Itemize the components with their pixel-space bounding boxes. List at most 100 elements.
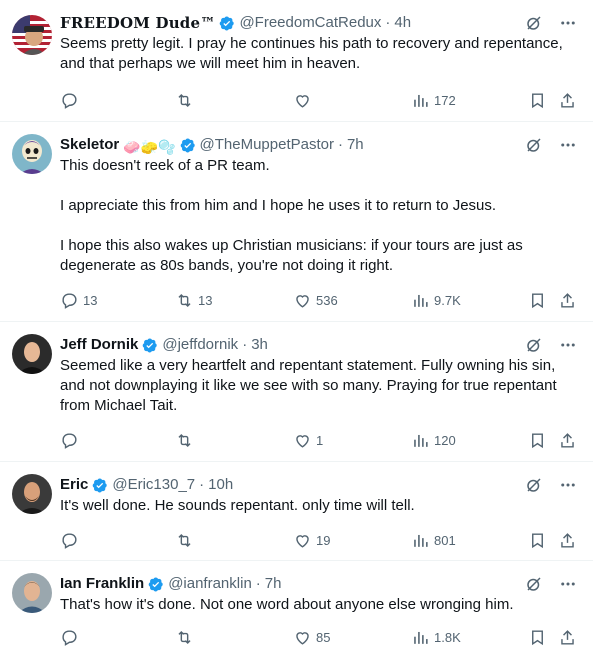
tweet-actions: 13 13 536 9.7K bbox=[60, 288, 579, 312]
more-options-icon[interactable] bbox=[557, 573, 579, 595]
tweet-top-actions bbox=[511, 334, 579, 356]
retweet-button[interactable] bbox=[175, 625, 198, 649]
share-icon bbox=[561, 532, 574, 548]
handle[interactable]: @FreedomCatRedux bbox=[239, 13, 381, 33]
views-button[interactable]: 172 bbox=[411, 88, 456, 112]
retweet-icon bbox=[178, 293, 191, 307]
retweet-button[interactable] bbox=[175, 428, 198, 452]
grok-icon[interactable] bbox=[523, 474, 545, 496]
heart-icon bbox=[296, 294, 309, 308]
grok-icon[interactable] bbox=[523, 12, 545, 34]
name-emoji: 🧼🧽🫧 bbox=[123, 139, 176, 155]
retweet-icon bbox=[178, 93, 191, 107]
tweet[interactable]: 𝐅𝐑𝐄𝐄𝐃𝐎𝐌 𝐃𝐮𝐝𝐞™ @FreedomCatRedux · 4h Seem… bbox=[0, 0, 593, 122]
more-options-icon[interactable] bbox=[557, 334, 579, 356]
avatar[interactable] bbox=[12, 573, 52, 613]
retweet-button[interactable] bbox=[175, 88, 198, 112]
reply-button[interactable] bbox=[60, 88, 83, 112]
like-button[interactable]: 85 bbox=[293, 625, 330, 649]
share-button[interactable] bbox=[558, 625, 577, 649]
tweet-header: Ian Franklin @ianfranklin · 7h bbox=[60, 573, 579, 595]
views-button[interactable]: 9.7K bbox=[411, 288, 461, 312]
bookmark-icon bbox=[532, 432, 543, 448]
tweet-actions: 1 120 bbox=[60, 428, 579, 452]
verified-badge-icon bbox=[143, 338, 158, 352]
bookmark-button[interactable] bbox=[528, 288, 547, 312]
bookmark-button[interactable] bbox=[528, 428, 547, 452]
separator-dot: · bbox=[199, 476, 205, 493]
bookmark-button[interactable] bbox=[528, 88, 547, 112]
bookmark-button[interactable] bbox=[528, 625, 547, 649]
like-button[interactable] bbox=[293, 88, 316, 112]
tweet[interactable]: Ian Franklin @ianfranklin · 7h That's ho… bbox=[0, 561, 593, 661]
handle[interactable]: @jeffdornik bbox=[162, 335, 238, 355]
tweet[interactable]: Jeff Dornik @jeffdornik · 3h Seemed like… bbox=[0, 322, 593, 462]
like-count: 536 bbox=[316, 292, 338, 308]
reply-icon bbox=[62, 629, 77, 646]
handle[interactable]: @ianfranklin bbox=[168, 574, 252, 594]
tweet-content: Skeletor 🧼🧽🫧 @TheMuppetPastor · 7h This … bbox=[60, 134, 579, 276]
avatar[interactable] bbox=[12, 334, 52, 374]
view-count: 120 bbox=[434, 432, 456, 448]
views-button[interactable]: 120 bbox=[411, 428, 456, 452]
avatar[interactable] bbox=[12, 15, 52, 55]
tweet[interactable]: Eric @Eric130_7 · 10h It's well done. He… bbox=[0, 462, 593, 561]
avatar[interactable] bbox=[12, 134, 52, 174]
reply-button[interactable] bbox=[60, 528, 83, 552]
views-button[interactable]: 801 bbox=[411, 528, 456, 552]
share-button[interactable] bbox=[558, 528, 577, 552]
reply-button[interactable] bbox=[60, 625, 83, 649]
tweet-top-actions bbox=[511, 134, 579, 156]
like-button[interactable]: 1 bbox=[293, 428, 323, 452]
timestamp[interactable]: 4h bbox=[394, 13, 411, 33]
views-button[interactable]: 1.8K bbox=[411, 625, 461, 649]
timestamp[interactable]: 3h bbox=[251, 335, 268, 355]
bookmark-button[interactable] bbox=[528, 528, 547, 552]
retweet-icon bbox=[178, 433, 191, 447]
tweet-top-actions bbox=[511, 12, 579, 34]
views-icon bbox=[414, 294, 428, 307]
retweet-icon bbox=[178, 630, 191, 644]
more-options-icon[interactable] bbox=[557, 474, 579, 496]
tweet-text: Seems pretty legit. I pray he continues … bbox=[60, 34, 579, 74]
share-button[interactable] bbox=[558, 88, 577, 112]
like-button[interactable]: 536 bbox=[293, 288, 338, 312]
grok-icon[interactable] bbox=[523, 334, 545, 356]
tweet-paragraph: This doesn't reek of a PR team. bbox=[60, 157, 270, 174]
reply-feed: 𝐅𝐑𝐄𝐄𝐃𝐎𝐌 𝐃𝐮𝐝𝐞™ @FreedomCatRedux · 4h Seem… bbox=[0, 0, 593, 661]
handle[interactable]: @Eric130_7 bbox=[112, 475, 195, 495]
views-icon bbox=[414, 434, 428, 447]
share-icon bbox=[561, 292, 574, 308]
timestamp[interactable]: 7h bbox=[347, 135, 364, 155]
separator-dot: · bbox=[385, 14, 391, 31]
tweet[interactable]: Skeletor 🧼🧽🫧 @TheMuppetPastor · 7h This … bbox=[0, 122, 593, 322]
tweet-header: Jeff Dornik @jeffdornik · 3h bbox=[60, 334, 579, 356]
avatar[interactable] bbox=[12, 474, 52, 514]
grok-icon[interactable] bbox=[523, 134, 545, 156]
display-name[interactable]: 𝐅𝐑𝐄𝐄𝐃𝐎𝐌 𝐃𝐮𝐝𝐞™ bbox=[60, 13, 215, 33]
tweet-paragraph: That's how it's done. Not one word about… bbox=[60, 596, 514, 613]
retweet-button[interactable]: 13 bbox=[175, 288, 212, 312]
handle[interactable]: @TheMuppetPastor bbox=[200, 135, 334, 155]
reply-button[interactable] bbox=[60, 428, 83, 452]
share-button[interactable] bbox=[558, 428, 577, 452]
display-name[interactable]: Jeff Dornik bbox=[60, 335, 138, 355]
like-button[interactable]: 19 bbox=[293, 528, 330, 552]
heart-icon bbox=[296, 434, 309, 448]
more-options-icon[interactable] bbox=[557, 134, 579, 156]
grok-icon[interactable] bbox=[523, 573, 545, 595]
reply-button[interactable]: 13 bbox=[60, 288, 97, 312]
retweet-button[interactable] bbox=[175, 528, 198, 552]
more-options-icon[interactable] bbox=[557, 12, 579, 34]
view-count: 9.7K bbox=[434, 292, 461, 308]
display-name[interactable]: Skeletor bbox=[60, 135, 119, 155]
view-count: 1.8K bbox=[434, 629, 461, 645]
tweet-paragraph: I appreciate this from him and I hope he… bbox=[60, 197, 497, 214]
share-button[interactable] bbox=[558, 288, 577, 312]
display-name[interactable]: Ian Franklin bbox=[60, 574, 144, 594]
timestamp[interactable]: 7h bbox=[265, 574, 282, 594]
tweet-paragraph: Seemed like a very heartfelt and repenta… bbox=[60, 357, 557, 414]
display-name[interactable]: Eric bbox=[60, 475, 88, 495]
timestamp[interactable]: 10h bbox=[208, 475, 233, 495]
tweet-header: 𝐅𝐑𝐄𝐄𝐃𝐎𝐌 𝐃𝐮𝐝𝐞™ @FreedomCatRedux · 4h bbox=[60, 12, 579, 34]
